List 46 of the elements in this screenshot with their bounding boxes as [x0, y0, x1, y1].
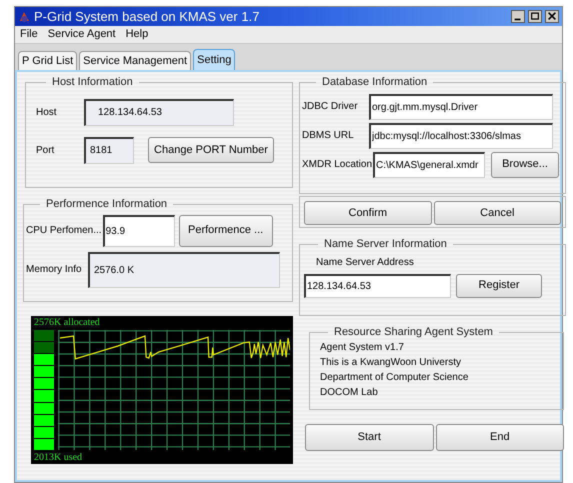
cpu-performance-label: CPU Perfomen...	[26, 224, 102, 238]
field-label: XMDR Location	[302, 158, 372, 172]
allocated-label: 2576K allocated	[34, 317, 101, 328]
name-server-address-label: Name Server Address	[316, 256, 415, 270]
maximize-icon[interactable]	[528, 10, 542, 23]
action-button[interactable]: Start	[305, 424, 434, 451]
info-text: Agent System v1.7	[320, 340, 405, 354]
action-button[interactable]: End	[436, 424, 564, 451]
group-title: Host Information	[51, 75, 134, 90]
text-field[interactable]: C:\KMAS\general.xmdr	[373, 152, 486, 178]
text-field[interactable]: 128.134.64.53	[84, 98, 234, 126]
change-port-button[interactable]: Change PORT Number	[148, 137, 274, 163]
group-title: Performence Information	[45, 197, 168, 212]
text-field[interactable]: 93.9	[102, 214, 175, 246]
used-label: 2013K used	[34, 452, 84, 463]
text-field[interactable]: 128.134.64.53	[304, 274, 451, 298]
text-field[interactable]: 8181	[84, 136, 134, 164]
field-label: DBMS URL	[302, 129, 355, 143]
performance-button[interactable]: Performence ...	[178, 214, 273, 246]
group-title: Database Information	[321, 75, 428, 90]
window-title: P-Grid System based on KMAS ver 1.7	[34, 8, 260, 26]
group-title: Name Server Information	[323, 237, 448, 252]
dialog-button[interactable]: Confirm	[304, 201, 432, 225]
host-label: Host	[36, 106, 58, 120]
tab[interactable]: Service Management	[79, 51, 192, 70]
group-title: Resource Sharing Agent System	[333, 325, 494, 340]
dialog-button[interactable]: Cancel	[434, 201, 562, 225]
tab[interactable]: P Grid List	[18, 51, 78, 70]
info-text: DOCOM Lab	[320, 386, 379, 398]
app-icon	[18, 10, 31, 23]
field-label: JDBC Driver	[302, 100, 359, 114]
memory-info-label: Memory Info	[26, 263, 83, 277]
port-label: Port	[36, 144, 56, 158]
text-field[interactable]: jdbc:mysql://localhost:3306/slmas	[369, 122, 553, 148]
register-button[interactable]: Register	[456, 274, 542, 298]
text-field[interactable]: 2576.0 K	[88, 252, 280, 288]
info-text: This is a KwangWoon Universty	[320, 356, 462, 368]
tab[interactable]: Setting	[193, 49, 236, 70]
info-text: Department of Computer Science	[320, 370, 470, 384]
minimize-icon[interactable]	[511, 10, 525, 23]
menu-item[interactable]: File	[20, 26, 38, 43]
close-icon[interactable]	[545, 10, 559, 23]
text-field[interactable]: org.gjt.mm.mysql.Driver	[369, 94, 553, 120]
menu-item[interactable]: Help	[126, 26, 148, 43]
menu-item[interactable]: Service Agent	[48, 26, 116, 43]
browse-button[interactable]: Browse...	[491, 152, 560, 178]
